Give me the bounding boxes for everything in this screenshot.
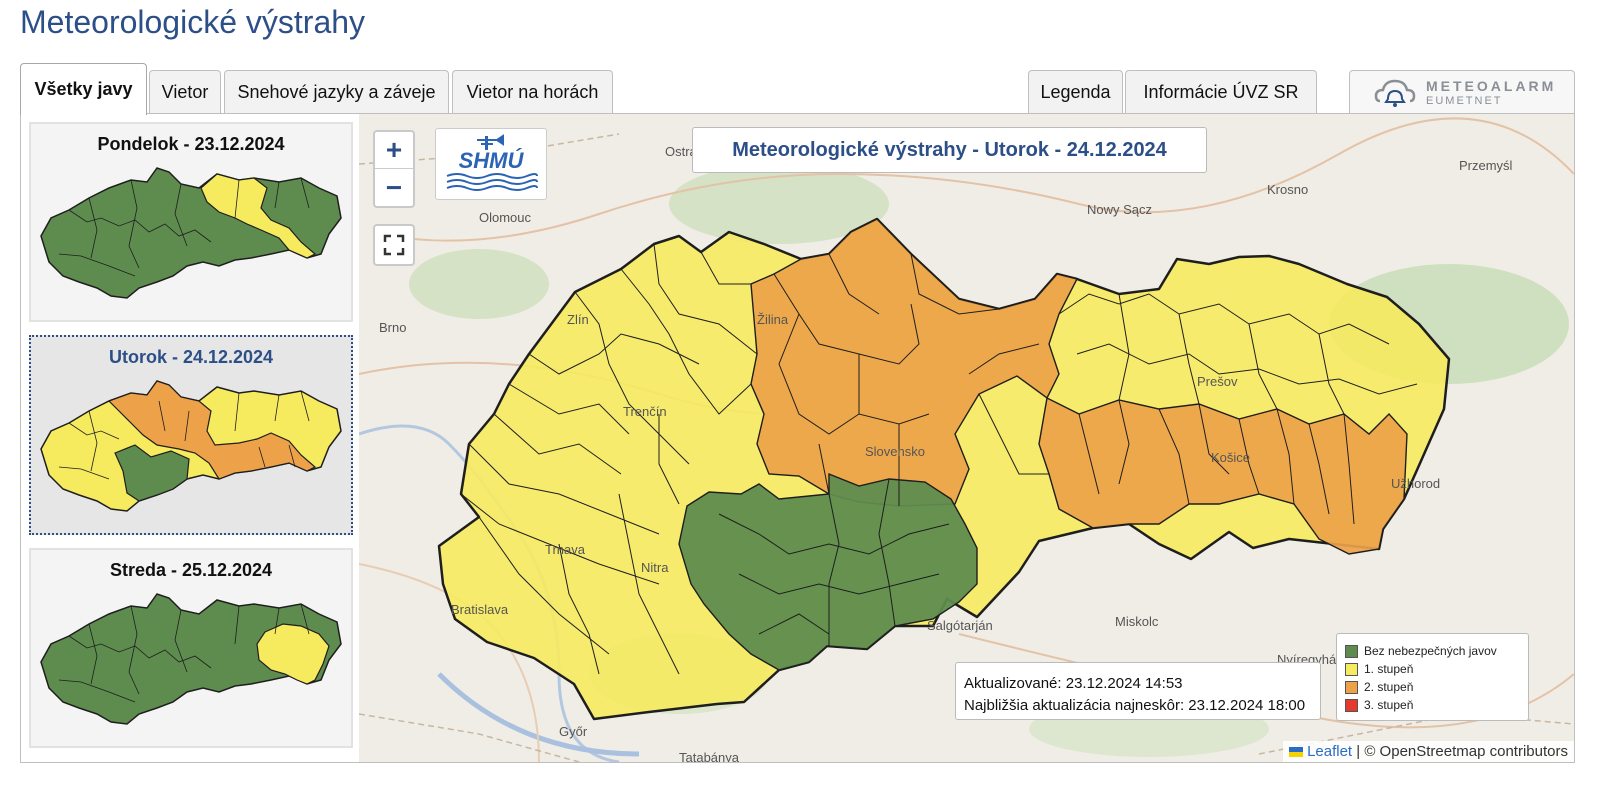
ukraine-flag-icon <box>1288 747 1303 758</box>
zoom-in-button[interactable]: + <box>375 132 413 169</box>
legend-swatch <box>1345 680 1358 694</box>
city-label: Nowy Sącz <box>1087 202 1153 217</box>
city-label: Győr <box>559 724 588 739</box>
mini-map-tuesday <box>40 380 342 512</box>
city-label: Trenčín <box>623 404 667 419</box>
day-card-tuesday[interactable]: Utorok - 24.12.2024 <box>29 335 353 535</box>
map-title: Meteorologické výstrahy - Utorok - 24.12… <box>692 127 1207 173</box>
mini-map-monday <box>40 167 342 299</box>
meteoalarm-sub: EUMETNET <box>1426 94 1503 107</box>
shmu-logo: SHMÚ <box>435 128 547 200</box>
content-frame: Pondelok - 23.12.2024 Utorok - 24.12.202… <box>20 113 1575 763</box>
city-label: Bratislava <box>451 602 509 617</box>
city-label: Miskolc <box>1115 614 1159 629</box>
leaflet-link[interactable]: Leaflet <box>1307 743 1352 760</box>
update-info: Aktualizované: 23.12.2024 14:53 Najbližš… <box>955 662 1321 720</box>
map-attribution: Leaflet | © OpenStreetmap contributors <box>1282 741 1574 762</box>
tab-bar: Všetky javy Vietor Snehové jazyky a záve… <box>20 62 1575 115</box>
city-label: Brno <box>379 320 407 335</box>
city-label: Užhorod <box>1391 476 1441 491</box>
tab-wind[interactable]: Vietor <box>149 70 221 114</box>
day-card-monday[interactable]: Pondelok - 23.12.2024 <box>29 122 353 322</box>
city-label: Salgótarján <box>927 618 993 633</box>
legend-swatch <box>1345 662 1358 676</box>
city-label: Trnava <box>545 542 585 557</box>
osm-attribution: | © OpenStreetmap contributors <box>1352 743 1568 760</box>
city-label: Nitra <box>641 560 669 575</box>
legend-swatch <box>1345 644 1358 658</box>
city-label: Košice <box>1211 450 1251 465</box>
warning-map[interactable]: Ostrava Olomouc Nowy Sącz Krosno Przemyś… <box>359 114 1574 762</box>
legend-label: 3. stupeň <box>1364 698 1414 712</box>
tab-uvz-info[interactable]: Informácie ÚVZ SR <box>1125 70 1317 114</box>
map-legend: Bez nebezpečných javov 1. stupeň 2. stup… <box>1336 633 1529 721</box>
day-title: Streda - 25.12.2024 <box>109 560 273 580</box>
meteoalarm-name: METEOALARM <box>1426 77 1557 94</box>
city-label: Žilina <box>757 312 789 327</box>
city-label: Tatabánya <box>679 750 739 762</box>
zoom-control: + − <box>373 130 415 208</box>
updated-time: Aktualizované: 23.12.2024 14:53 <box>964 675 1183 692</box>
next-update-time: Najbližšia aktualizácia najneskôr: 23.12… <box>964 697 1306 714</box>
legend-label: 2. stupeň <box>1364 680 1414 694</box>
legend-swatch <box>1345 698 1358 712</box>
legend-item: 1. stupeň <box>1345 660 1520 678</box>
page-title: Meteorologické výstrahy <box>20 4 366 40</box>
zoom-out-button[interactable]: − <box>375 169 413 206</box>
legend-label: 1. stupeň <box>1364 662 1414 676</box>
city-label: Olomouc <box>479 210 532 225</box>
tab-mountain-wind[interactable]: Vietor na horách <box>452 70 613 114</box>
fullscreen-button[interactable] <box>373 224 415 266</box>
tab-snow-drifts[interactable]: Snehové jazyky a záveje <box>224 70 449 114</box>
day-card-wednesday[interactable]: Streda - 25.12.2024 <box>29 548 353 748</box>
day-title: Utorok - 24.12.2024 <box>108 347 274 367</box>
tab-legend[interactable]: Legenda <box>1028 70 1123 114</box>
mini-map-wednesday <box>40 593 342 725</box>
legend-item: Bez nebezpečných javov <box>1345 642 1520 660</box>
tab-all-phenomena[interactable]: Všetky javy <box>20 63 147 115</box>
meteoalarm-icon <box>1374 79 1416 107</box>
fullscreen-icon <box>383 234 405 256</box>
meteoalarm-link[interactable]: METEOALARM EUMETNET <box>1349 70 1575 114</box>
city-label: Przemyśl <box>1459 158 1513 173</box>
legend-item: 2. stupeň <box>1345 678 1520 696</box>
city-label: Zlín <box>567 312 589 327</box>
city-label: Prešov <box>1197 374 1238 389</box>
shmu-logo-text: SHMÚ <box>459 148 525 173</box>
day-title: Pondelok - 23.12.2024 <box>97 134 285 154</box>
shmu-logo-graphic: SHMÚ <box>446 134 538 191</box>
city-label: Krosno <box>1267 182 1309 197</box>
legend-item: 3. stupeň <box>1345 696 1520 714</box>
city-label: Slovensko <box>865 444 925 459</box>
legend-label: Bez nebezpečných javov <box>1364 644 1497 658</box>
